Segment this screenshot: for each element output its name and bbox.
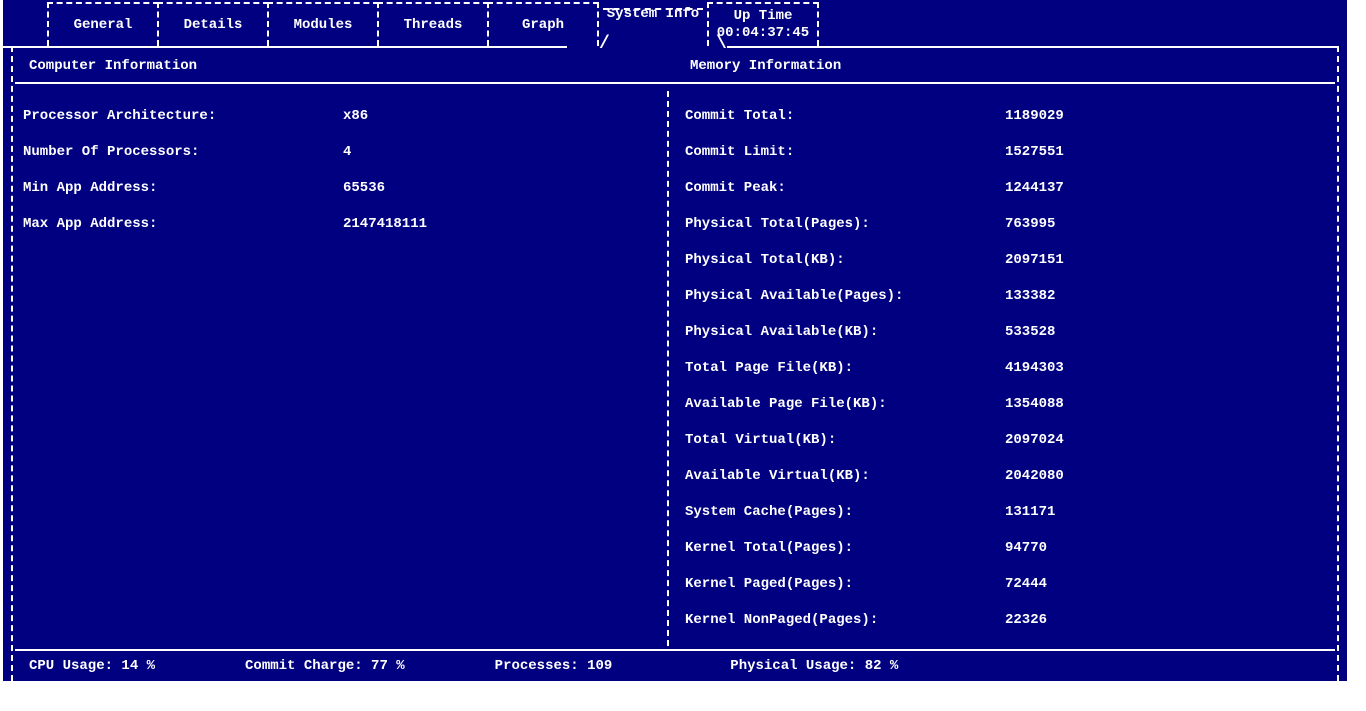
info-row: Physical Available(Pages):133382 xyxy=(685,288,1337,324)
divider xyxy=(727,46,1337,48)
uptime-label: Up Time xyxy=(734,8,793,25)
memory-info-column: Commit Total:1189029 Commit Limit:152755… xyxy=(669,108,1337,648)
label: Kernel NonPaged(Pages): xyxy=(685,612,1005,628)
info-row: Processor Architecture:x86 xyxy=(23,108,669,144)
info-row: System Cache(Pages):131171 xyxy=(685,504,1337,540)
info-row: Min App Address:65536 xyxy=(23,180,669,216)
tab-modules[interactable]: Modules xyxy=(267,2,379,46)
value: 133382 xyxy=(1005,288,1337,304)
value: 533528 xyxy=(1005,324,1337,340)
info-row: Physical Total(Pages):763995 xyxy=(685,216,1337,252)
info-row: Number Of Processors:4 xyxy=(23,144,669,180)
info-row: Commit Peak:1244137 xyxy=(685,180,1337,216)
divider xyxy=(0,46,567,48)
tab-label: System Info xyxy=(607,6,699,22)
label: Physical Available(Pages): xyxy=(685,288,1005,304)
tab-graph[interactable]: Graph xyxy=(487,2,599,46)
value: 1354088 xyxy=(1005,396,1337,412)
value: 22326 xyxy=(1005,612,1337,628)
value: 2097024 xyxy=(1005,432,1337,448)
computer-info-column: Processor Architecture:x86 Number Of Pro… xyxy=(13,108,669,648)
status-cpu: CPU Usage: 14 % xyxy=(29,658,155,674)
value: 1527551 xyxy=(1005,144,1337,160)
section-headers: Computer Information Memory Information xyxy=(13,46,1337,82)
info-row: Kernel Total(Pages):94770 xyxy=(685,540,1337,576)
label: Total Virtual(KB): xyxy=(685,432,1005,448)
value: 65536 xyxy=(343,180,669,196)
label: Available Page File(KB): xyxy=(685,396,1005,412)
section-title-memory: Memory Information xyxy=(678,58,1337,74)
value: x86 xyxy=(343,108,669,124)
label: Commit Limit: xyxy=(685,144,1005,160)
label: Max App Address: xyxy=(23,216,343,232)
info-row: Kernel Paged(Pages):72444 xyxy=(685,576,1337,612)
info-row: Commit Limit:1527551 xyxy=(685,144,1337,180)
info-row: Physical Total(KB):2097151 xyxy=(685,252,1337,288)
info-row: Commit Total:1189029 xyxy=(685,108,1337,144)
info-row: Available Virtual(KB):2042080 xyxy=(685,468,1337,504)
label: Commit Peak: xyxy=(685,180,1005,196)
label: Kernel Paged(Pages): xyxy=(685,576,1005,592)
status-commit: Commit Charge: 77 % xyxy=(245,658,405,674)
info-row: Available Page File(KB):1354088 xyxy=(685,396,1337,432)
tab-bar: General Details Modules Threads Graph Sy… xyxy=(3,0,1347,46)
value: 2147418111 xyxy=(343,216,669,232)
tab-label: General xyxy=(74,17,133,33)
value: 72444 xyxy=(1005,576,1337,592)
value: 94770 xyxy=(1005,540,1337,556)
info-row: Total Virtual(KB):2097024 xyxy=(685,432,1337,468)
tab-system-info[interactable]: System Info xyxy=(597,2,709,46)
tab-details[interactable]: Details xyxy=(157,2,269,46)
value: 1189029 xyxy=(1005,108,1337,124)
tab-label: Graph xyxy=(522,17,564,33)
label: Physical Available(KB): xyxy=(685,324,1005,340)
label: Processor Architecture: xyxy=(23,108,343,124)
label: System Cache(Pages): xyxy=(685,504,1005,520)
info-row: Max App Address:2147418111 xyxy=(23,216,669,252)
label: Available Virtual(KB): xyxy=(685,468,1005,484)
label: Number Of Processors: xyxy=(23,144,343,160)
label: Physical Total(KB): xyxy=(685,252,1005,268)
value: 2042080 xyxy=(1005,468,1337,484)
content-area: Processor Architecture:x86 Number Of Pro… xyxy=(13,88,1337,648)
tab-label: Threads xyxy=(404,17,463,33)
tab-label: Modules xyxy=(294,17,353,33)
value: 4 xyxy=(343,144,669,160)
value: 2097151 xyxy=(1005,252,1337,268)
uptime-value: 00:04:37:45 xyxy=(717,25,809,42)
label: Min App Address: xyxy=(23,180,343,196)
status-bar: CPU Usage: 14 % Commit Charge: 77 % Proc… xyxy=(15,649,1335,681)
tab-general[interactable]: General xyxy=(47,2,159,46)
tab-label: Details xyxy=(184,17,243,33)
status-processes: Processes: 109 xyxy=(495,658,613,674)
label: Physical Total(Pages): xyxy=(685,216,1005,232)
info-row: Total Page File(KB):4194303 xyxy=(685,360,1337,396)
value: 1244137 xyxy=(1005,180,1337,196)
tab-threads[interactable]: Threads xyxy=(377,2,489,46)
value: 4194303 xyxy=(1005,360,1337,376)
app-window: General Details Modules Threads Graph Sy… xyxy=(3,0,1347,681)
info-row: Physical Available(KB):533528 xyxy=(685,324,1337,360)
value: 763995 xyxy=(1005,216,1337,232)
info-row: Kernel NonPaged(Pages):22326 xyxy=(685,612,1337,648)
main-panel: Computer Information Memory Information … xyxy=(11,46,1339,681)
status-physical: Physical Usage: 82 % xyxy=(730,658,898,674)
label: Commit Total: xyxy=(685,108,1005,124)
label: Kernel Total(Pages): xyxy=(685,540,1005,556)
value: 131171 xyxy=(1005,504,1337,520)
divider xyxy=(15,82,1335,84)
section-title-computer: Computer Information xyxy=(13,58,678,74)
label: Total Page File(KB): xyxy=(685,360,1005,376)
